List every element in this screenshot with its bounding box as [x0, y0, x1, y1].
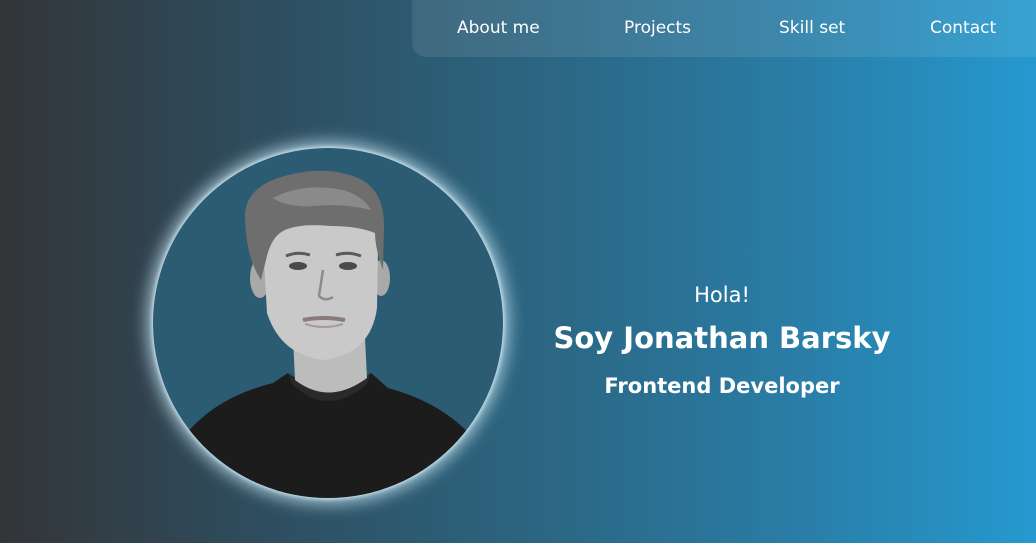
hero-role: Frontend Developer	[604, 374, 840, 398]
profile-photo-icon	[173, 170, 483, 498]
nav-link-contact[interactable]: Contact	[930, 17, 996, 39]
hero-greeting: Hola!	[694, 283, 750, 307]
nav-link-projects[interactable]: Projects	[624, 17, 691, 39]
profile-avatar	[153, 148, 503, 498]
hero-name: Soy Jonathan Barsky	[553, 321, 891, 355]
top-navbar: About me Projects Skill set Contact	[412, 0, 1036, 57]
nav-link-skill-set[interactable]: Skill set	[779, 17, 845, 39]
nav-link-about[interactable]: About me	[457, 17, 540, 39]
